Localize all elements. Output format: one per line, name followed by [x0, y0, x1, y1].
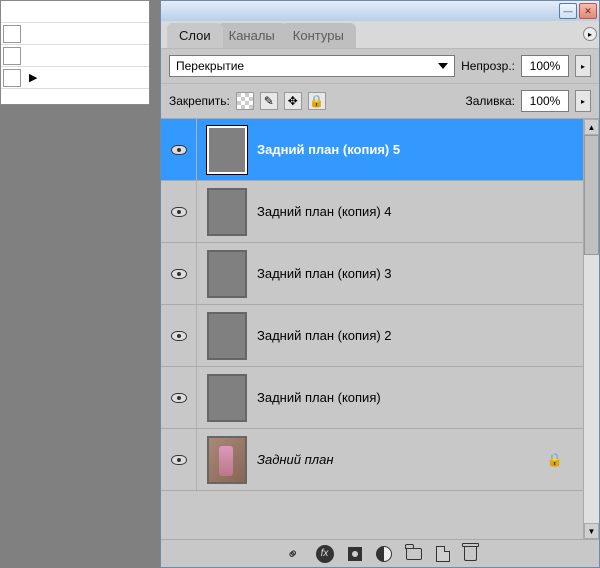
fill-flyout-button[interactable]: ▸ [575, 90, 591, 112]
lock-fill-row: Закрепить: ✎ ✥ 🔒 Заливка: 100% ▸ [161, 83, 599, 119]
layer-name[interactable]: Задний план (копия) 2 [257, 328, 583, 343]
fill-value[interactable]: 100% [521, 90, 569, 112]
layers-area: Задний план (копия) 5 Задний план (копия)… [161, 119, 599, 539]
layer-thumbnail[interactable] [207, 250, 247, 298]
layer-thumbnail[interactable] [207, 126, 247, 174]
eye-icon[interactable] [171, 269, 187, 279]
eye-icon[interactable] [171, 145, 187, 155]
opacity-label: Непрозр.: [461, 59, 515, 73]
panel-titlebar [161, 1, 599, 21]
panel-menu-button[interactable]: ▸ [583, 27, 597, 41]
tab-paths[interactable]: Контуры [281, 23, 356, 48]
layers-list: Задний план (копия) 5 Задний план (копия)… [161, 119, 583, 539]
scroll-up-button[interactable]: ▲ [584, 119, 599, 135]
lock-icon: 🔒 [547, 452, 563, 468]
scrollbar[interactable]: ▲ ▼ [583, 119, 599, 539]
link-layers-button[interactable]: ⚭ [280, 541, 305, 566]
layer-name[interactable]: Задний план [257, 452, 547, 467]
lock-image-button[interactable]: ✎ [260, 92, 278, 110]
dropdown-arrow-icon [438, 63, 448, 69]
layer-row[interactable]: Задний план (копия) [161, 367, 583, 429]
visibility-cell [161, 119, 197, 180]
layer-thumbnail[interactable] [207, 436, 247, 484]
layer-name[interactable]: Задний план (копия) 3 [257, 266, 583, 281]
layer-row[interactable]: Задний план (копия) 3 [161, 243, 583, 305]
layer-name[interactable]: Задний план (копия) [257, 390, 583, 405]
layer-thumbnail[interactable] [207, 312, 247, 360]
layer-row[interactable]: Задний план (копия) 5 [161, 119, 583, 181]
blend-mode-value: Перекрытие [176, 59, 244, 73]
new-group-button[interactable] [406, 548, 422, 560]
eye-icon[interactable] [171, 331, 187, 341]
eye-icon[interactable] [171, 455, 187, 465]
layer-style-button[interactable]: fx [316, 545, 334, 563]
eye-icon[interactable] [171, 207, 187, 217]
panel-tabs: Слои Каналы Контуры ▸ [161, 21, 599, 48]
add-mask-button[interactable] [348, 547, 362, 561]
layer-thumbnail[interactable] [207, 374, 247, 422]
lock-label: Закрепить: [169, 94, 230, 108]
scroll-down-button[interactable]: ▼ [584, 523, 599, 539]
fill-label: Заливка: [465, 94, 515, 108]
layer-row[interactable]: Задний план (копия) 2 [161, 305, 583, 367]
adjustment-layer-button[interactable] [376, 546, 392, 562]
tab-channels[interactable]: Каналы [217, 23, 287, 48]
visibility-cell [161, 429, 197, 490]
minimize-button[interactable] [559, 3, 577, 19]
visibility-cell [161, 367, 197, 428]
layer-row[interactable]: Задний план🔒 [161, 429, 583, 491]
new-layer-button[interactable] [436, 546, 450, 562]
background-panel-fragment: ▶ [0, 0, 150, 105]
blend-mode-dropdown[interactable]: Перекрытие [169, 55, 455, 77]
delete-layer-button[interactable] [464, 546, 477, 561]
opacity-value[interactable]: 100% [521, 55, 569, 77]
visibility-cell [161, 243, 197, 304]
visibility-cell [161, 181, 197, 242]
eye-icon[interactable] [171, 393, 187, 403]
lock-transparency-button[interactable] [236, 92, 254, 110]
lock-all-button[interactable]: 🔒 [308, 92, 326, 110]
layer-name[interactable]: Задний план (копия) 5 [257, 142, 583, 157]
tab-layers[interactable]: Слои [167, 23, 223, 48]
visibility-cell [161, 305, 197, 366]
scroll-thumb[interactable] [584, 135, 599, 255]
opacity-flyout-button[interactable]: ▸ [575, 55, 591, 77]
layer-name[interactable]: Задний план (копия) 4 [257, 204, 583, 219]
layers-panel: Слои Каналы Контуры ▸ Перекрытие Непрозр… [160, 0, 600, 568]
lock-position-button[interactable]: ✥ [284, 92, 302, 110]
close-button[interactable] [579, 3, 597, 19]
layer-thumbnail[interactable] [207, 188, 247, 236]
panel-footer: ⚭ fx [161, 539, 599, 567]
blend-opacity-row: Перекрытие Непрозр.: 100% ▸ [161, 48, 599, 83]
layer-row[interactable]: Задний план (копия) 4 [161, 181, 583, 243]
